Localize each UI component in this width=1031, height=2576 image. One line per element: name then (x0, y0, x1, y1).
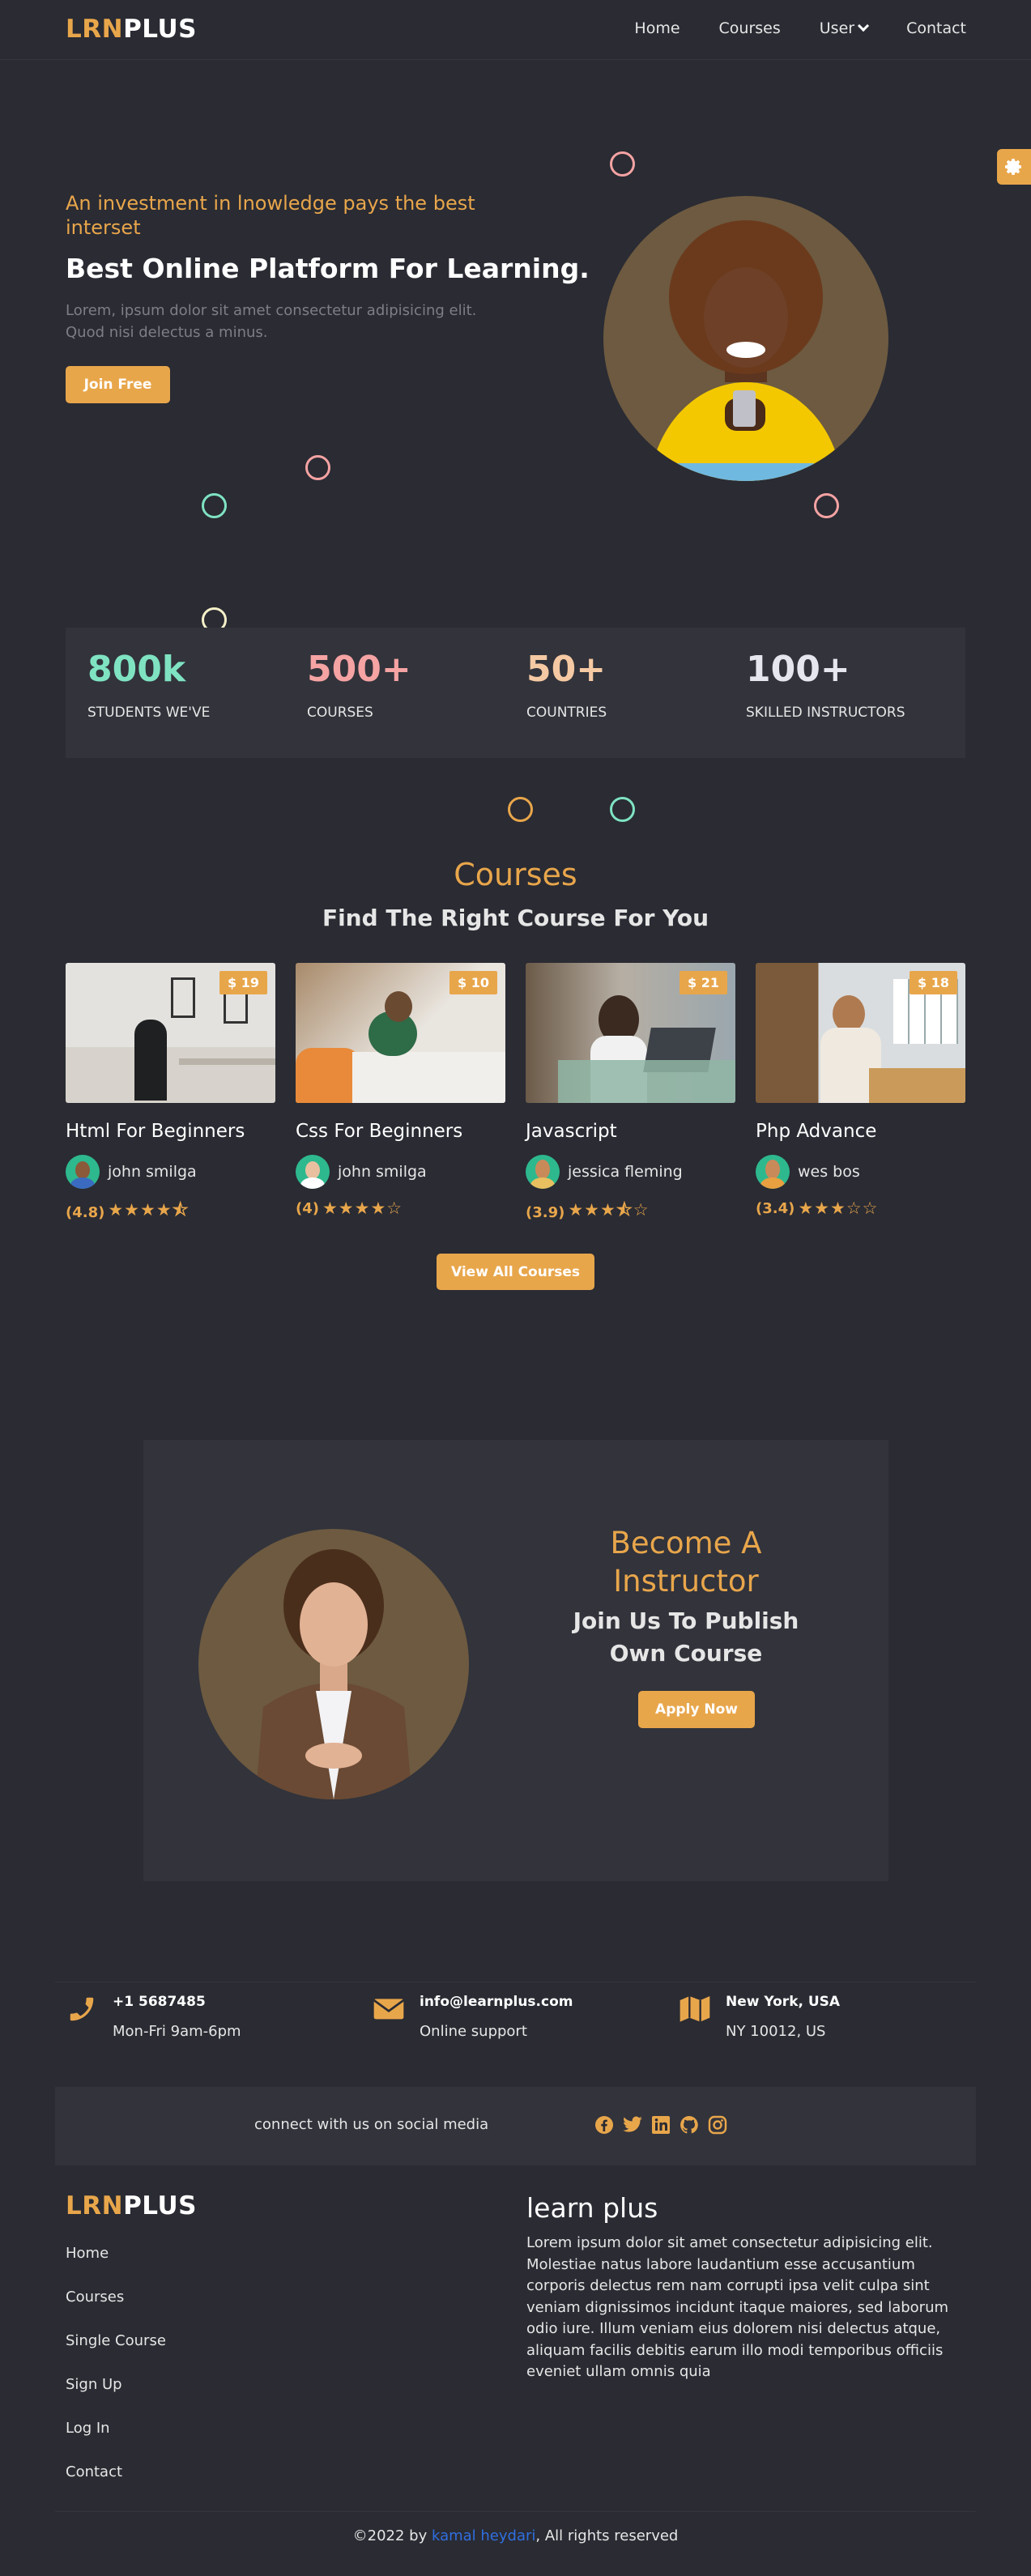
twitter-icon[interactable] (622, 2114, 643, 2135)
course-image: $ 21 (526, 963, 735, 1103)
star-rating-icon: ★★★⯪☆ (568, 1200, 650, 1220)
course-title[interactable]: Html For Beginners (66, 1121, 275, 1142)
course-card[interactable]: $ 18 Php Advance wes bos (3.4) ★★★☆☆ (756, 963, 965, 1218)
view-all-courses-button[interactable]: View All Courses (437, 1254, 594, 1290)
stat-item: 50+ COUNTRIES (526, 649, 607, 721)
instagram-icon[interactable] (707, 2114, 728, 2135)
author-link[interactable]: kamal heydari (432, 2527, 535, 2544)
footer-links: Home Courses Single Course Sign Up Log I… (66, 2245, 166, 2480)
course-card[interactable]: $ 10 Css For Beginners john smilga (4) ★★… (296, 963, 505, 1218)
social-bar: connect with us on social media (55, 2087, 976, 2165)
course-image: $ 18 (756, 963, 965, 1103)
social-icons (594, 2114, 728, 2135)
stat-item: 100+ SKILLED INSTRUCTORS (746, 649, 905, 721)
footer-link-courses[interactable]: Courses (66, 2289, 166, 2306)
phone-icon (70, 1997, 94, 2021)
courses-section-subtitle: Find The Right Course For You (322, 905, 709, 931)
copyright: ©2022 by kamal heydari, All rights reser… (352, 2527, 679, 2544)
decor-ring (814, 493, 839, 518)
nav-contact[interactable]: Contact (906, 19, 966, 37)
course-card[interactable]: $ 19 Html For Beginners john smilga (4.8… (66, 963, 275, 1227)
avatar (756, 1155, 790, 1189)
course-title[interactable]: Javascript (526, 1121, 735, 1142)
footer-about-title: learn plus (526, 2192, 658, 2224)
join-free-button[interactable]: Join Free (66, 366, 170, 403)
price-badge: $ 10 (449, 971, 497, 994)
instructor-image (198, 1529, 469, 1799)
instructor-subtitle: Join Us To Publish Own Course (573, 1607, 799, 1667)
footer-link-sign-up[interactable]: Sign Up (66, 2376, 166, 2393)
course-title[interactable]: Php Advance (756, 1121, 965, 1142)
envelope-icon (373, 1999, 405, 2020)
decor-ring (202, 493, 227, 518)
footer-link-home[interactable]: Home (66, 2245, 166, 2262)
price-badge: $ 21 (680, 971, 727, 994)
footer-link-contact[interactable]: Contact (66, 2463, 166, 2480)
avatar (526, 1155, 560, 1189)
hero-student-image (603, 196, 888, 481)
price-badge: $ 19 (219, 971, 267, 994)
decor-ring (508, 797, 533, 822)
social-text: connect with us on social media (254, 2116, 489, 2133)
course-rating: (3.9) ★★★⯪☆ (526, 1199, 735, 1227)
hero-subtitle: An investment in lnowledge pays the best… (66, 192, 475, 239)
course-image: $ 19 (66, 963, 275, 1103)
course-author: wes bos (756, 1155, 965, 1189)
apply-now-button[interactable]: Apply Now (638, 1691, 755, 1728)
course-title[interactable]: Css For Beginners (296, 1121, 505, 1142)
price-badge: $ 18 (910, 971, 957, 994)
course-card[interactable]: $ 21 Javascript jessica fleming (3.9) ★★★… (526, 963, 735, 1227)
nav-user-dropdown[interactable]: User (820, 19, 870, 37)
decor-ring (610, 797, 635, 822)
hero-title: Best Online Platform For Learning. (66, 253, 590, 284)
footer-logo[interactable]: LRNPLUS (66, 2191, 197, 2220)
stats-panel: 800k STUDENTS WE'VE 500+ COURSES 50+ COU… (66, 628, 965, 758)
contact-address: New York, USA NY 10012, US (679, 1994, 840, 2040)
facebook-icon[interactable] (594, 2114, 615, 2135)
decor-ring (610, 151, 635, 177)
avatar (66, 1155, 100, 1189)
chevron-down-icon (858, 19, 870, 32)
instructor-panel: Become A Instructor Join Us To Publish O… (143, 1440, 888, 1881)
instructor-title: Become A Instructor (610, 1526, 762, 1599)
map-icon (680, 1996, 710, 2022)
avatar (296, 1155, 330, 1189)
nav-courses[interactable]: Courses (719, 19, 781, 37)
nav-links: Home Courses User Contact (634, 19, 966, 37)
course-author: john smilga (296, 1155, 505, 1189)
divider (55, 2511, 976, 2512)
footer-link-single-course[interactable]: Single Course (66, 2332, 166, 2349)
course-rating: (3.4) ★★★☆☆ (756, 1199, 879, 1218)
contact-phone: +1 5687485 Mon-Fri 9am-6pm (66, 1994, 241, 2040)
star-rating-icon: ★★★☆☆ (798, 1199, 879, 1218)
course-author: john smilga (66, 1155, 275, 1189)
nav-home[interactable]: Home (634, 19, 680, 37)
settings-toggle-button[interactable] (997, 149, 1031, 185)
navbar: LRNPLUS Home Courses User Contact (0, 0, 1031, 60)
course-rating: (4.8) ★★★★⯪ (66, 1199, 275, 1227)
logo[interactable]: LRNPLUS (66, 15, 197, 44)
course-author: jessica fleming (526, 1155, 735, 1189)
courses-section-title: Courses (454, 857, 577, 892)
footer-about-text: Lorem ipsum dolor sit amet consectetur a… (526, 2234, 949, 2380)
course-rating: (4) ★★★★☆ (296, 1199, 403, 1218)
hero-description: Lorem, ipsum dolor sit amet consectetur … (66, 302, 477, 341)
contact-email: info@learnplus.com Online support (373, 1994, 573, 2040)
star-rating-icon: ★★★★⯪ (108, 1200, 190, 1220)
gear-icon (1005, 159, 1021, 175)
star-rating-icon: ★★★★☆ (322, 1199, 403, 1218)
stat-item: 800k STUDENTS WE'VE (87, 649, 211, 721)
course-image: $ 10 (296, 963, 505, 1103)
footer-link-log-in[interactable]: Log In (66, 2420, 166, 2437)
stat-item: 500+ COURSES (307, 649, 411, 721)
decor-ring (305, 455, 330, 480)
github-icon[interactable] (679, 2114, 700, 2135)
linkedin-icon[interactable] (650, 2114, 671, 2135)
